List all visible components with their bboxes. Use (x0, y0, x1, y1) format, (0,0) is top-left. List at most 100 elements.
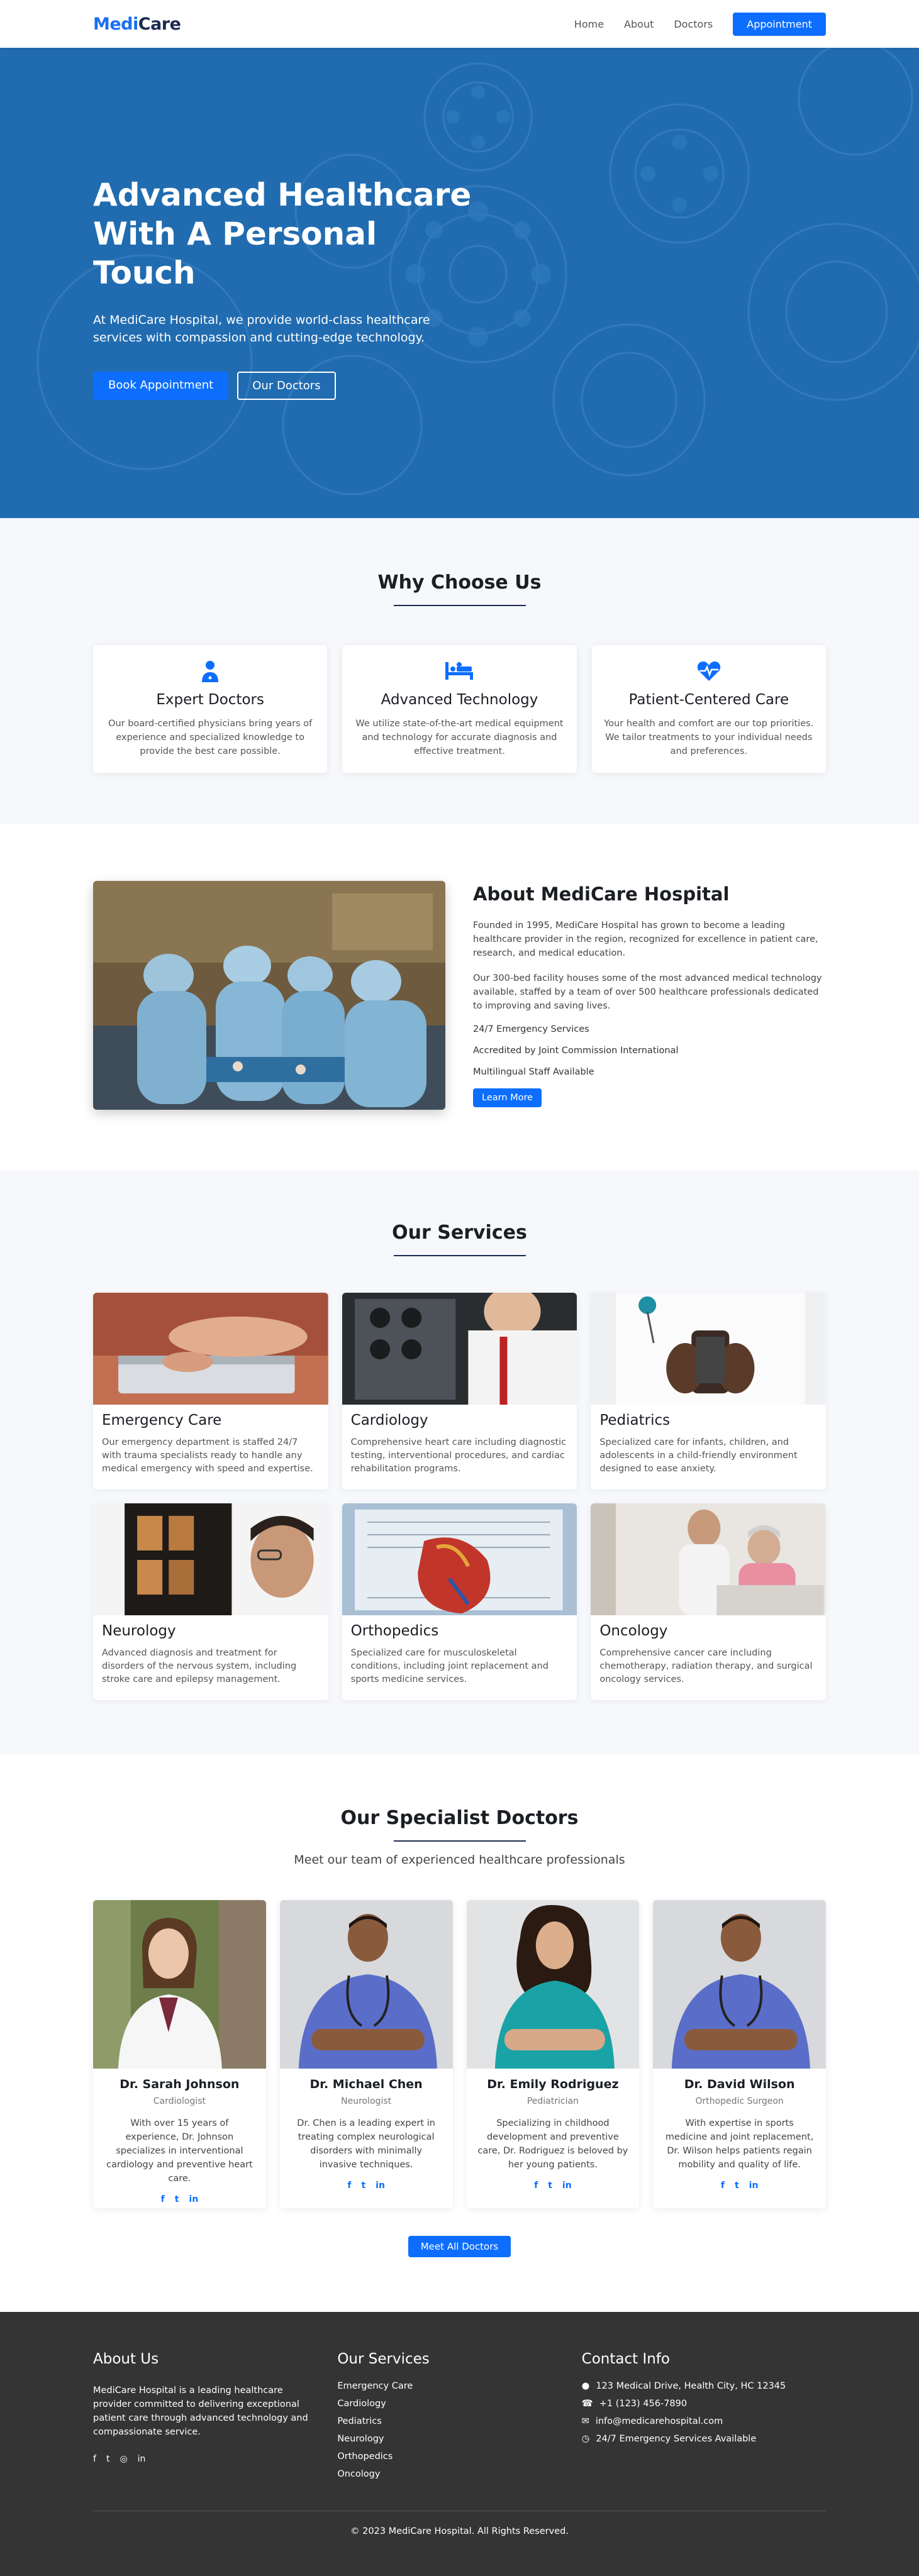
linkedin-icon[interactable]: in (138, 2454, 146, 2464)
footer-service-link[interactable]: Oncology (337, 2469, 581, 2479)
why-card-title: Patient-Centered Care (628, 692, 789, 708)
doctor-card: Dr. Michael Chen Neurologist Dr. Chen is… (279, 1900, 453, 2208)
title-divider (393, 605, 526, 606)
service-title: Orthopedics (350, 1623, 439, 1639)
footer-social-links: f t ◎ in (93, 2454, 337, 2464)
service-text: Specialized care for musculoskeletal con… (350, 1648, 549, 1684)
email-icon: ✉ (581, 2416, 589, 2426)
footer-heading: About Us (93, 2351, 159, 2367)
meet-all-doctors-button[interactable]: Meet All Doctors (408, 2236, 511, 2257)
hospital-bed-icon (342, 658, 576, 684)
section-title: Why Choose Us (377, 572, 542, 594)
cardiology-image (342, 1293, 577, 1405)
footer-heading: Contact Info (581, 2351, 670, 2367)
doctor-social-links: f t in (653, 2181, 826, 2191)
why-card-text: Our board-certified physicians bring yea… (108, 719, 313, 756)
doctor-specialty: Orthopedic Surgeon (695, 2096, 784, 2106)
service-text: Comprehensive heart care including diagn… (350, 1437, 567, 1474)
doctor-name: Dr. Michael Chen (309, 2077, 423, 2091)
doctor-card: Dr. Sarah Johnson Cardiologist With over… (93, 1900, 266, 2208)
about-paragraph-2: Our 300-bed facility houses some of the … (473, 973, 822, 1011)
about-feature-list: 24/7 Emergency Services Accredited by Jo… (473, 1024, 826, 1077)
orthopedics-image (342, 1503, 577, 1615)
why-card-patient-centered: Patient-Centered Care Your health and co… (591, 645, 826, 773)
service-card-pediatrics[interactable]: Pediatrics Specialized care for infants,… (591, 1293, 826, 1490)
footer-service-link[interactable]: Neurology (337, 2434, 581, 2444)
doctor-specialty: Neurologist (341, 2096, 392, 2106)
about-section: About MediCare Hospital Founded in 1995,… (0, 824, 919, 1170)
our-doctors-button[interactable]: Our Doctors (237, 372, 336, 400)
doctor-card: Dr. David Wilson Orthopedic Surgeon With… (653, 1900, 826, 2208)
why-card-title: Advanced Technology (381, 692, 538, 708)
surgery-team-image (93, 881, 445, 1110)
doctor-social-links: f t in (93, 2194, 266, 2204)
doctor-photo (279, 1900, 453, 2069)
facebook-icon[interactable]: f (534, 2181, 538, 2191)
emergency-care-image (93, 1293, 328, 1405)
twitter-icon[interactable]: t (735, 2181, 739, 2191)
about-feature: Accredited by Joint Commission Internati… (473, 1046, 679, 1056)
about-title: About MediCare Hospital (473, 883, 730, 905)
doctor-bio: With expertise in sports medicine and jo… (665, 2118, 814, 2170)
service-card-cardiology[interactable]: Cardiology Comprehensive heart care incl… (342, 1293, 577, 1490)
why-choose-us-section: Why Choose Us Expert Doctors Our board-c… (0, 518, 919, 824)
doctor-bio: With over 15 years of experience, Dr. Jo… (106, 2118, 253, 2184)
service-title: Neurology (102, 1623, 176, 1639)
linkedin-icon[interactable]: in (562, 2181, 572, 2191)
appointment-button[interactable]: Appointment (733, 12, 826, 36)
why-card-expert-doctors: Expert Doctors Our board-certified physi… (93, 645, 328, 773)
twitter-icon[interactable]: t (548, 2181, 552, 2191)
hero-title: Advanced Healthcare With A Personal Touc… (93, 177, 472, 291)
why-card-title: Expert Doctors (156, 692, 264, 708)
service-text: Our emergency department is staffed 24/7… (102, 1437, 313, 1474)
about-feature: 24/7 Emergency Services (473, 1024, 589, 1034)
phone-icon: ☎ (581, 2399, 593, 2409)
footer-service-link[interactable]: Pediatrics (337, 2416, 581, 2426)
contact-email: ✉ info@medicarehospital.com (581, 2416, 723, 2426)
linkedin-icon[interactable]: in (749, 2181, 759, 2191)
instagram-icon[interactable]: ◎ (120, 2454, 127, 2464)
service-text: Comprehensive cancer care including chem… (599, 1648, 813, 1684)
nav-link-doctors[interactable]: Doctors (674, 18, 713, 30)
doctor-specialty: Pediatrician (526, 2096, 579, 2106)
clock-icon: ◷ (581, 2434, 590, 2444)
title-divider (393, 1840, 526, 1842)
linkedin-icon[interactable]: in (376, 2181, 385, 2191)
logo-part-care: Care (138, 14, 181, 34)
footer-service-link[interactable]: Cardiology (337, 2399, 581, 2409)
footer-about-text: MediCare Hospital is a leading healthcar… (93, 2385, 308, 2437)
logo[interactable]: MediCare (93, 14, 181, 34)
service-text: Advanced diagnosis and treatment for dis… (102, 1648, 297, 1684)
twitter-icon[interactable]: t (106, 2454, 110, 2464)
about-paragraph-1: Founded in 1995, MediCare Hospital has g… (473, 920, 818, 958)
facebook-icon[interactable]: f (161, 2194, 165, 2204)
hero-section: Advanced Healthcare With A Personal Touc… (0, 48, 919, 518)
section-title: Our Specialist Doctors (340, 1807, 579, 1829)
linkedin-icon[interactable]: in (189, 2194, 198, 2204)
learn-more-button[interactable]: Learn More (473, 1088, 542, 1107)
doctor-photo (466, 1900, 640, 2069)
footer-contact: Contact Info ● 123 Medical Drive, Health … (582, 2351, 826, 2487)
twitter-icon[interactable]: t (175, 2194, 179, 2204)
hero-description: At MediCare Hospital, we provide world-c… (93, 313, 430, 345)
twitter-icon[interactable]: t (361, 2181, 365, 2191)
facebook-icon[interactable]: f (347, 2181, 351, 2191)
facebook-icon[interactable]: f (93, 2454, 96, 2464)
footer-service-link[interactable]: Orthopedics (337, 2452, 581, 2462)
doctor-icon (93, 658, 327, 684)
service-card-orthopedics[interactable]: Orthopedics Specialized care for musculo… (342, 1503, 577, 1700)
service-card-emergency-care[interactable]: Emergency Care Our emergency department … (93, 1293, 328, 1490)
doctor-name: Dr. Sarah Johnson (120, 2077, 240, 2091)
book-appointment-button[interactable]: Book Appointment (93, 372, 229, 400)
doctor-card: Dr. Emily Rodriguez Pediatrician Special… (466, 1900, 640, 2208)
nav-link-about[interactable]: About (624, 18, 654, 30)
footer-service-link[interactable]: Emergency Care (337, 2381, 581, 2391)
doctor-bio: Specializing in childhood development an… (477, 2118, 628, 2170)
doctor-social-links: f t in (280, 2181, 453, 2191)
nav-link-home[interactable]: Home (574, 18, 604, 30)
why-card-advanced-technology: Advanced Technology We utilize state-of-… (342, 645, 577, 773)
service-card-oncology[interactable]: Oncology Comprehensive cancer care inclu… (591, 1503, 826, 1700)
service-card-neurology[interactable]: Neurology Advanced diagnosis and treatme… (93, 1503, 328, 1700)
contact-hours: ◷ 24/7 Emergency Services Available (581, 2434, 757, 2444)
facebook-icon[interactable]: f (721, 2181, 725, 2191)
